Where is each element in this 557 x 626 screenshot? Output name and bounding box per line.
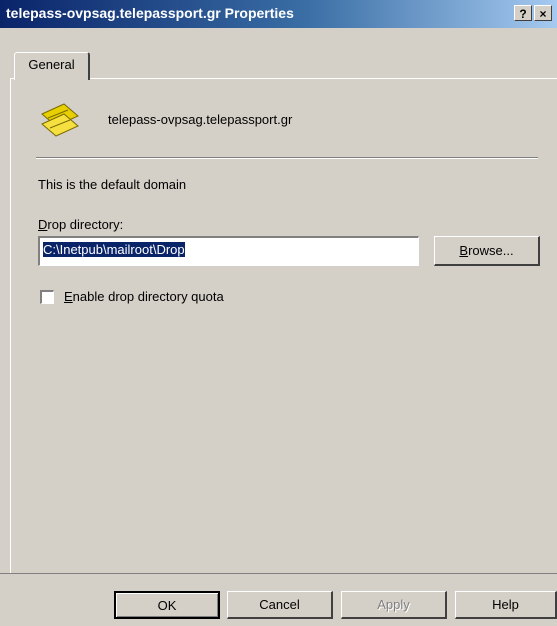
domain-icon bbox=[41, 103, 79, 137]
browse-button[interactable]: Browse... bbox=[434, 236, 540, 266]
drop-directory-accelerator: D bbox=[38, 217, 48, 232]
drop-directory-value: C:\Inetpub\mailroot\Drop bbox=[43, 242, 185, 257]
general-panel bbox=[10, 78, 557, 573]
browse-label: rowse... bbox=[468, 243, 514, 258]
domain-name: telepass-ovpsag.telepassport.gr bbox=[108, 112, 293, 127]
title-bar: telepass-ovpsag.telepassport.gr Properti… bbox=[0, 0, 557, 28]
cancel-button[interactable]: Cancel bbox=[227, 591, 333, 619]
close-icon[interactable]: × bbox=[534, 5, 552, 21]
browse-accelerator: B bbox=[459, 243, 469, 258]
quota-checkbox-label[interactable]: Enable drop directory quota bbox=[64, 289, 224, 304]
help-icon[interactable]: ? bbox=[514, 5, 532, 21]
window-title: telepass-ovpsag.telepassport.gr Properti… bbox=[6, 5, 294, 21]
help-button[interactable]: Help bbox=[455, 591, 557, 619]
quota-checkbox[interactable] bbox=[40, 290, 54, 304]
apply-button[interactable]: Apply bbox=[341, 591, 447, 619]
quota-label-text: nable drop directory quota bbox=[72, 289, 224, 304]
default-domain-text: This is the default domain bbox=[38, 177, 187, 192]
drop-directory-label-text: rop directory: bbox=[47, 217, 124, 232]
drop-directory-label: Drop directory: bbox=[38, 217, 123, 232]
tab-general[interactable]: General bbox=[14, 52, 90, 80]
drop-directory-input[interactable]: C:\Inetpub\mailroot\Drop bbox=[38, 236, 419, 266]
separator bbox=[36, 157, 538, 159]
quota-accelerator: E bbox=[64, 289, 73, 304]
ok-button[interactable]: OK bbox=[114, 591, 220, 619]
